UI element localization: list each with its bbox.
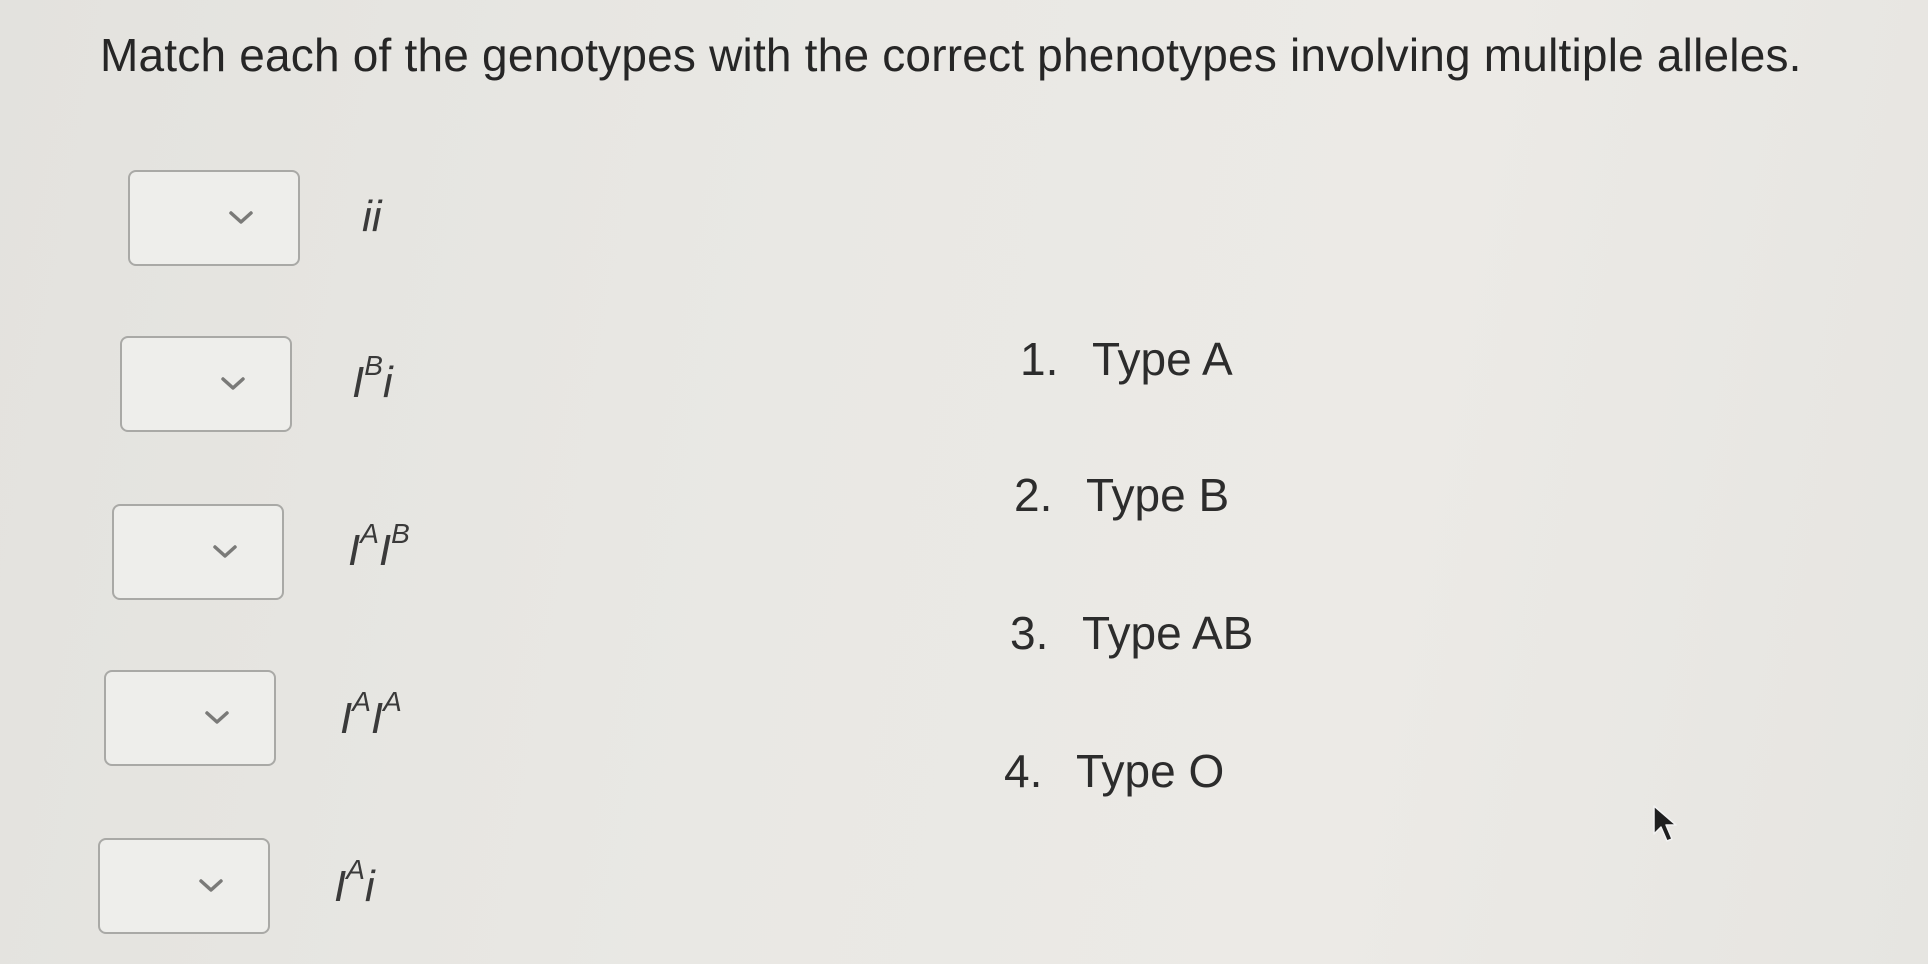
option-number: 3. <box>1010 607 1049 659</box>
genotype-label-2: IBi <box>352 350 393 407</box>
option-type-ab: 3. Type AB <box>1010 606 1253 660</box>
genotype-label-5: IAi <box>334 854 375 911</box>
chevron-down-icon <box>220 376 246 392</box>
chevron-down-icon <box>212 544 238 560</box>
phenotype-select-2[interactable] <box>120 336 292 432</box>
chevron-down-icon <box>204 710 230 726</box>
phenotype-select-4[interactable] <box>104 670 276 766</box>
option-number: 1. <box>1020 333 1059 385</box>
genotype-label-4: IAIA <box>340 686 402 743</box>
question-prompt: Match each of the genotypes with the cor… <box>100 29 1802 81</box>
mouse-pointer-icon <box>1652 804 1678 851</box>
option-type-o: 4. Type O <box>1004 744 1224 798</box>
option-label: Type O <box>1076 745 1225 797</box>
option-label: Type A <box>1092 333 1233 385</box>
phenotype-select-3[interactable] <box>112 504 284 600</box>
option-label: Type B <box>1086 469 1230 521</box>
genotype-label-3: IAIB <box>348 518 410 575</box>
option-number: 2. <box>1014 469 1053 521</box>
chevron-down-icon <box>228 210 254 226</box>
option-type-a: 1. Type A <box>1020 332 1233 386</box>
option-number: 4. <box>1004 745 1043 797</box>
phenotype-select-1[interactable] <box>128 170 300 266</box>
chevron-down-icon <box>198 878 224 894</box>
genotype-label-1: ii <box>362 192 382 241</box>
option-type-b: 2. Type B <box>1014 468 1229 522</box>
phenotype-select-5[interactable] <box>98 838 270 934</box>
option-label: Type AB <box>1082 607 1254 659</box>
